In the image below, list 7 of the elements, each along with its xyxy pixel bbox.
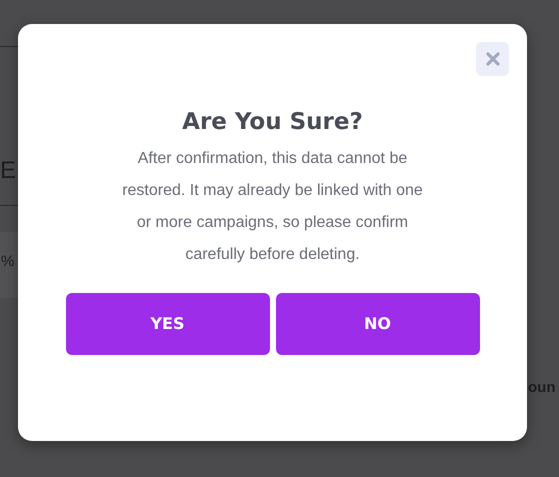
background-text: % [1, 254, 14, 270]
close-icon [486, 52, 500, 66]
no-button[interactable]: NO [276, 292, 480, 355]
close-button[interactable] [476, 42, 509, 76]
dialog-title: Are You Sure? [182, 109, 363, 137]
yes-button[interactable]: YES [66, 292, 270, 355]
dialog-message: After confirmation, this data cannot be restored. It may already be linked with one or more campaigns, so please confirm carefully before deleting. [121, 148, 424, 265]
